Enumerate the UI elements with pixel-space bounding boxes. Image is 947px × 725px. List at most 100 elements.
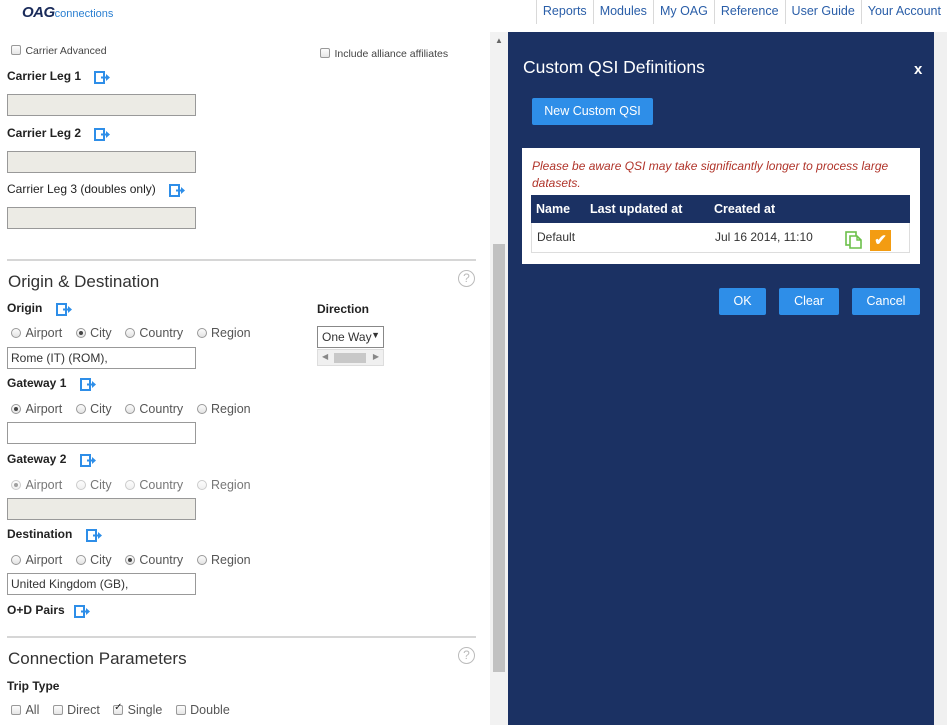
column-name: Name	[536, 202, 571, 216]
oag-logo[interactable]: OAGconnections	[22, 4, 113, 22]
radio-city[interactable]	[75, 479, 86, 490]
trip-double-checkbox[interactable]	[175, 704, 186, 715]
table-row[interactable]: Default Jul 16 2014, 11:10 ✔	[531, 223, 910, 253]
radio-region[interactable]	[196, 403, 207, 414]
destination-input[interactable]: United Kingdom (GB),	[7, 573, 196, 595]
export-icon[interactable]	[55, 302, 74, 316]
close-icon[interactable]: x	[914, 61, 922, 78]
warning-message: Please be aware QSI may take significant…	[532, 159, 889, 190]
chevron-down-icon: ▼	[371, 330, 380, 340]
option-label: Airport	[25, 325, 63, 340]
option-label: Single	[127, 702, 163, 717]
radio-country[interactable]	[124, 479, 135, 490]
export-icon[interactable]	[79, 453, 98, 467]
modal-scrollbar-track	[934, 32, 947, 725]
carrier-advanced-checkbox[interactable]	[11, 44, 21, 55]
export-icon[interactable]	[94, 127, 112, 141]
row-created: Jul 16 2014, 11:10	[715, 230, 813, 244]
export-icon[interactable]	[169, 183, 187, 197]
nav-reports[interactable]: Reports	[535, 0, 593, 24]
option-label: Airport	[25, 477, 63, 492]
radio-airport[interactable]	[11, 403, 21, 414]
gateway1-text: Gateway 1	[7, 376, 67, 390]
radio-region[interactable]	[196, 327, 207, 338]
radio-country[interactable]	[124, 327, 135, 338]
include-alliance-label: Include alliance affiliates	[334, 48, 449, 60]
option-label: Country	[139, 552, 184, 567]
nav-your-account[interactable]: Your Account	[860, 0, 947, 24]
clear-button[interactable]: Clear	[779, 288, 839, 315]
radio-city[interactable]	[75, 403, 86, 414]
export-icon[interactable]	[79, 377, 98, 391]
option-label: Country	[139, 325, 184, 340]
trip-single-checkbox[interactable]	[113, 702, 124, 715]
carrier-leg3-text: Carrier Leg 3 (doubles only)	[7, 182, 156, 196]
export-icon[interactable]	[94, 70, 112, 84]
od-section-title: Origin & Destination	[8, 272, 160, 291]
option-label: Country	[139, 401, 184, 416]
page-scrollbar[interactable]: ▲	[490, 32, 508, 725]
section-divider	[7, 636, 476, 638]
logo-oag-text: OAG	[22, 4, 55, 21]
radio-airport[interactable]	[11, 554, 21, 565]
include-alliance-checkbox[interactable]	[320, 47, 330, 58]
nav-reference[interactable]: Reference	[713, 0, 785, 24]
radio-country[interactable]	[124, 554, 135, 565]
option-label: City	[90, 477, 112, 492]
nav-my-oag[interactable]: My OAG	[652, 0, 714, 24]
direction-label: Direction	[317, 302, 370, 316]
destination-label: Destination	[7, 527, 104, 542]
scroll-up-icon[interactable]: ▲	[495, 36, 503, 45]
radio-airport[interactable]	[11, 327, 21, 338]
radio-city[interactable]	[75, 554, 86, 565]
carrier-leg1-label: Carrier Leg 1	[7, 69, 112, 84]
ok-button[interactable]: OK	[719, 288, 766, 315]
radio-country[interactable]	[124, 403, 135, 414]
carrier-leg2-input[interactable]	[7, 151, 196, 173]
cancel-button[interactable]: Cancel	[852, 288, 920, 315]
origin-input[interactable]: Rome (IT) (ROM),	[7, 347, 196, 369]
option-label: Region	[210, 552, 251, 567]
help-icon[interactable]: ?	[458, 647, 475, 664]
trip-direct-checkbox[interactable]	[52, 704, 63, 715]
nav-user-guide[interactable]: User Guide	[784, 0, 861, 24]
gateway2-input[interactable]	[7, 498, 196, 520]
gateway1-type-radios: Airport City Country Region	[11, 400, 251, 418]
top-navigation: Reports Modules My OAG Reference User Gu…	[535, 0, 947, 24]
new-custom-qsi-button[interactable]: New Custom QSI	[532, 98, 653, 125]
export-icon[interactable]	[85, 528, 104, 542]
radio-region[interactable]	[196, 479, 207, 490]
origin-label: Origin	[7, 301, 74, 316]
export-icon[interactable]	[74, 604, 92, 618]
direction-scrollbar[interactable]: ◀ ▶	[317, 349, 384, 366]
trip-type-options: All Direct Single Double	[11, 701, 230, 719]
origin-text: Origin	[7, 301, 43, 315]
logo-connections-text: connections	[54, 8, 114, 20]
gateway1-input[interactable]	[7, 422, 196, 444]
option-label: Region	[210, 325, 251, 340]
copy-icon[interactable]	[844, 230, 864, 250]
modal-title: Custom QSI Definitions	[523, 57, 705, 77]
carrier-leg3-input[interactable]	[7, 207, 196, 229]
od-pairs-text: O+D Pairs	[7, 603, 65, 617]
radio-airport[interactable]	[11, 479, 21, 490]
carrier-leg1-input[interactable]	[7, 94, 196, 116]
nav-modules[interactable]: Modules	[592, 0, 653, 24]
scroll-thumb[interactable]	[334, 353, 366, 363]
scroll-right-icon[interactable]: ▶	[373, 352, 379, 361]
include-alliance-option[interactable]: Include alliance affiliates	[320, 44, 448, 62]
option-label: Region	[210, 477, 251, 492]
scroll-left-icon[interactable]: ◀	[322, 352, 328, 361]
radio-region[interactable]	[196, 554, 207, 565]
option-label: All	[25, 702, 40, 717]
row-name: Default	[537, 230, 576, 244]
help-icon[interactable]: ?	[458, 270, 475, 287]
od-pairs-label: O+D Pairs	[7, 603, 92, 618]
direction-select[interactable]: One Way ▼	[317, 326, 384, 348]
trip-all-checkbox[interactable]	[11, 704, 21, 715]
checkmark-icon[interactable]: ✔	[870, 230, 891, 251]
option-label: City	[90, 401, 112, 416]
radio-city[interactable]	[75, 327, 86, 338]
carrier-advanced-option[interactable]: Carrier Advanced	[11, 41, 107, 59]
scroll-thumb[interactable]	[493, 244, 505, 672]
